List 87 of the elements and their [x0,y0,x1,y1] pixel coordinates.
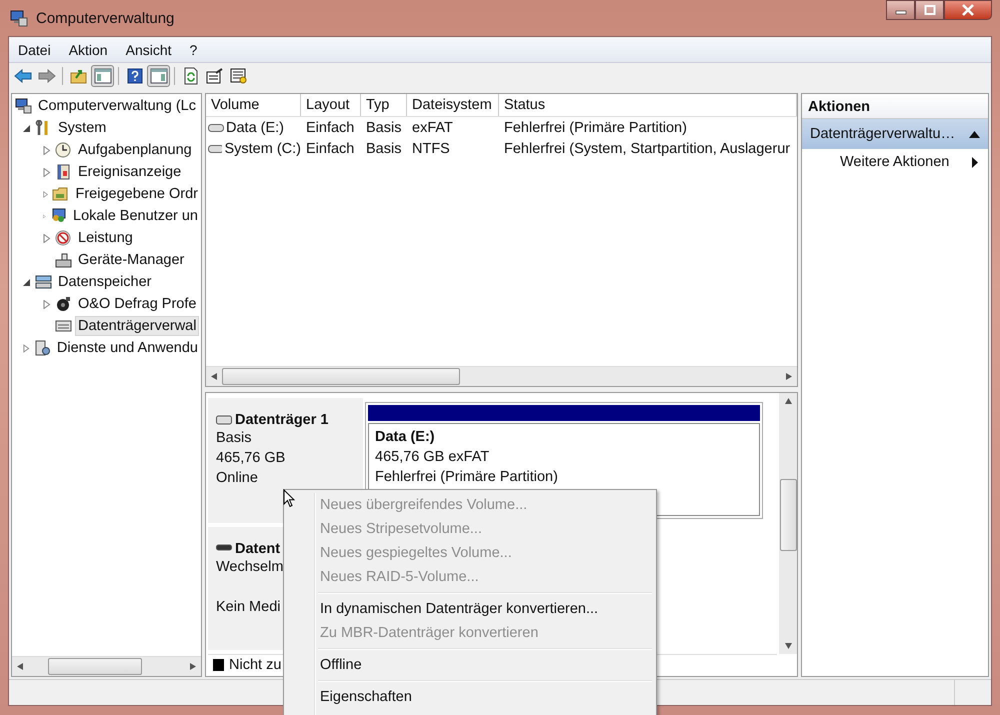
services-icon [34,340,51,356]
log-book-icon [55,164,72,180]
tree-item[interactable]: Aufgabenplanung [75,140,195,160]
scroll-down-icon[interactable] [784,643,792,649]
maximize-button[interactable] [915,0,944,20]
collapse-icon [969,130,980,138]
window-title: Computerverwaltung [36,10,174,26]
menu-item[interactable]: Datei [9,42,60,58]
scrollbar[interactable] [779,393,797,654]
computer-icon [10,9,28,27]
table-cell: System (C:) [224,140,301,156]
table-cell: Einfach [306,120,354,136]
menu-item[interactable]: Offline [286,653,654,677]
tree-item[interactable]: Computerverwaltung (Lc [35,96,199,116]
scroll-left-icon[interactable] [17,663,23,670]
mouse-pointer-icon [283,489,295,508]
disk-type: Basis [216,430,252,448]
tree-item[interactable]: Ereignisanzeige [75,162,184,182]
partition-name: Data (E:) [375,428,436,447]
close-button[interactable] [944,0,992,20]
scroll-left-icon[interactable] [211,373,217,380]
menu-item[interactable]: In dynamischen Datenträger konvertieren... [286,597,654,621]
close-icon [961,4,975,16]
disk-type: Wechselm [216,559,284,577]
storage-icon [35,274,52,290]
computer-icon [15,98,32,114]
drive-icon [208,144,222,152]
collapse-icon[interactable] [23,278,31,286]
scroll-up-icon[interactable] [784,398,792,404]
menu-item[interactable]: Eigenschaften [286,685,654,709]
actions-section[interactable]: Datenträgerverwaltu… [802,119,988,149]
expand-icon[interactable] [43,234,51,242]
partition-size: 465,76 GB exFAT [375,448,490,467]
expand-icon[interactable] [43,190,48,198]
table-cell: Fehlerfrei (System, Startpartition, Auslagerur [504,140,790,156]
table-cell: Data (E:) [226,120,284,136]
expand-icon[interactable] [43,168,51,176]
tree-item[interactable]: Dienste und Anwendu [54,338,201,358]
scroll-right-icon[interactable] [786,373,792,380]
device-icon [55,252,72,268]
tree-item[interactable]: Lokale Benutzer un [70,206,201,226]
tree-item[interactable]: Freigegebene Ordr [72,184,201,204]
tree-item[interactable]: Geräte-Manager [75,250,188,270]
minimize-button[interactable] [886,0,915,20]
collapse-icon[interactable] [23,124,31,132]
column-header[interactable]: Typ [361,94,407,116]
folder-icon [52,186,70,202]
menu-item[interactable]: Aktion [60,42,117,58]
disk-status: Online [216,470,258,488]
disk-status: Kein Medi [216,599,280,617]
table-cell: Einfach [306,140,354,156]
disk-drive-icon [55,318,72,334]
column-header[interactable]: Dateisystem [407,94,499,116]
panel-toggle-button[interactable] [91,65,114,87]
disk-name: Datent [235,541,280,557]
tree-item[interactable]: Datenträgerverwal [75,316,200,336]
action-link[interactable]: Weitere Aktionen [840,154,950,170]
column-header[interactable]: Volume [206,94,301,116]
tree-item[interactable]: Datenspeicher [55,272,154,292]
disk-name: Datenträger 1 [235,412,328,428]
drive-icon [208,124,224,132]
users-icon [50,208,68,224]
disk-size: 465,76 GB [216,450,286,468]
table-cell: Fehlerfrei (Primäre Partition) [504,120,687,136]
clock-icon [55,142,72,158]
tree-item[interactable]: Leistung [75,228,136,248]
tree-item[interactable]: System [55,118,110,138]
partition-status: Fehlerfrei (Primäre Partition) [375,468,559,487]
expand-icon[interactable] [43,146,51,154]
maximize-icon [924,5,936,15]
table-cell: exFAT [412,120,453,136]
tree-item[interactable]: O&O Defrag Profe [75,294,200,314]
expand-icon[interactable] [43,300,51,308]
column-header[interactable]: Layout [301,94,361,116]
gauge-icon [55,230,72,246]
table-cell: NTFS [412,140,450,156]
scrollbar[interactable] [206,366,797,386]
expand-icon[interactable] [23,344,30,352]
column-header[interactable]: Status [499,94,797,116]
table-cell: Basis [366,120,402,136]
menu-item[interactable]: Ansicht [116,42,181,58]
panel-toggle-button[interactable] [147,65,170,87]
table-cell: Basis [366,140,402,156]
scrollbar[interactable] [12,656,201,676]
legend-label: Nicht zu [229,656,282,673]
scroll-right-icon[interactable] [190,663,196,670]
menu-item[interactable]: ? [180,42,206,58]
